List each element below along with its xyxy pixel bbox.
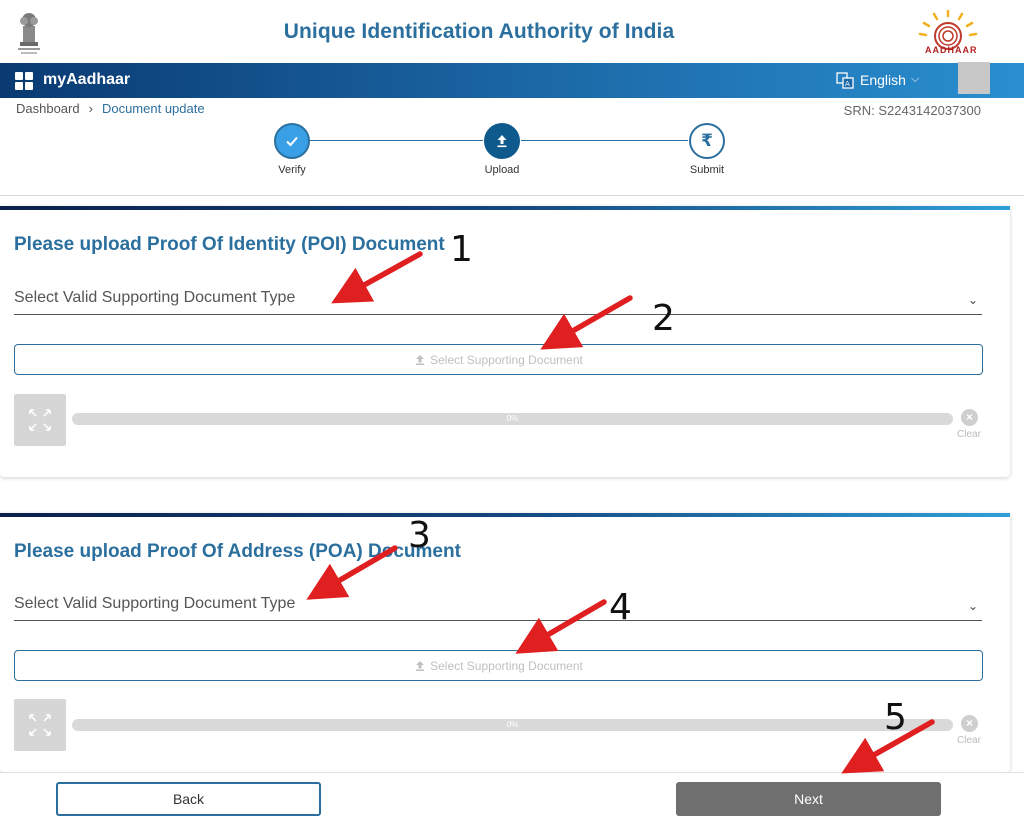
aadhaar-logo-text: AADHAAR xyxy=(925,45,978,55)
breadcrumb-document-update: Document update xyxy=(101,101,205,116)
poa-select-document-button[interactable]: Select Supporting Document xyxy=(14,650,983,681)
step-label: Verify xyxy=(278,164,306,176)
language-selector[interactable]: English xyxy=(860,72,906,88)
clear-button[interactable]: Clear xyxy=(957,429,981,440)
breadcrumb-dashboard[interactable]: Dashboard xyxy=(16,101,80,116)
card-accent-bar xyxy=(0,206,1010,210)
chevron-down-icon[interactable]: ⌵ xyxy=(911,73,919,86)
svg-text:A: A xyxy=(845,80,850,88)
site-title: Unique Identification Authority of India xyxy=(283,20,675,43)
poa-upload-card: Please upload Proof Of Address (POA) Doc… xyxy=(0,513,1010,772)
check-icon xyxy=(286,136,298,147)
chevron-down-icon: ⌄ xyxy=(967,599,978,613)
poa-title: Please upload Proof Of Address (POA) Doc… xyxy=(14,541,461,562)
annotation-number: 5 xyxy=(884,697,907,738)
expand-icon xyxy=(29,409,51,431)
poa-document-type-select[interactable]: Select Valid Supporting Document Type ⌄ xyxy=(14,593,982,621)
clear-button[interactable]: Clear xyxy=(957,735,981,746)
upload-label: Select Supporting Document xyxy=(430,658,583,673)
poi-preview-thumbnail[interactable] xyxy=(14,394,66,446)
apps-grid-icon[interactable] xyxy=(15,72,34,91)
upload-icon xyxy=(416,660,425,671)
divider xyxy=(0,195,1024,196)
expand-icon xyxy=(29,714,51,736)
app-name[interactable]: myAadhaar xyxy=(43,71,130,89)
upload-label: Select Supporting Document xyxy=(430,352,583,367)
user-avatar[interactable] xyxy=(958,62,990,94)
poi-upload-progress: 0% xyxy=(72,413,953,425)
step-label: Upload xyxy=(484,164,520,176)
poi-upload-card: Please upload Proof Of Identity (POI) Do… xyxy=(0,206,1010,477)
nav-bar: myAadhaar A English ⌵ xyxy=(0,63,1024,98)
step-verify xyxy=(274,123,310,159)
stepper-connector xyxy=(310,140,483,141)
clear-icon[interactable]: × xyxy=(961,409,978,426)
card-accent-bar xyxy=(0,513,1010,517)
translate-icon[interactable]: A xyxy=(836,72,854,89)
poi-title: Please upload Proof Of Identity (POI) Do… xyxy=(14,234,445,255)
annotation-number: 1 xyxy=(450,229,473,270)
back-button[interactable]: Back xyxy=(56,782,321,816)
top-header: Unique Identification Authority of India… xyxy=(0,0,1024,63)
chevron-right-icon: › xyxy=(88,101,93,116)
breadcrumb: Dashboard › Document update xyxy=(16,101,205,116)
poi-document-type-select[interactable]: Select Valid Supporting Document Type ⌄ xyxy=(14,287,982,315)
step-label: Submit xyxy=(689,164,725,176)
srn-number: SRN: S2243142037300 xyxy=(843,103,981,118)
annotation-number: 3 xyxy=(408,515,431,556)
step-submit: ₹ xyxy=(689,123,725,159)
next-button[interactable]: Next xyxy=(676,782,941,816)
stepper-connector xyxy=(521,140,688,141)
progress-text: 0% xyxy=(506,414,519,423)
upload-icon xyxy=(497,135,507,148)
annotation-number: 2 xyxy=(652,298,675,339)
poi-select-document-button[interactable]: Select Supporting Document xyxy=(14,344,983,375)
select-label: Select Valid Supporting Document Type xyxy=(14,289,296,306)
annotation-number: 4 xyxy=(609,587,632,628)
poa-upload-progress: 0% xyxy=(72,719,953,731)
rupee-icon: ₹ xyxy=(701,131,713,150)
select-label: Select Valid Supporting Document Type xyxy=(14,595,296,612)
step-upload xyxy=(484,123,520,159)
poa-preview-thumbnail[interactable] xyxy=(14,699,66,751)
progress-text: 0% xyxy=(506,720,519,729)
upload-icon xyxy=(416,354,425,365)
chevron-down-icon: ⌄ xyxy=(967,293,978,307)
clear-icon[interactable]: × xyxy=(961,715,978,732)
